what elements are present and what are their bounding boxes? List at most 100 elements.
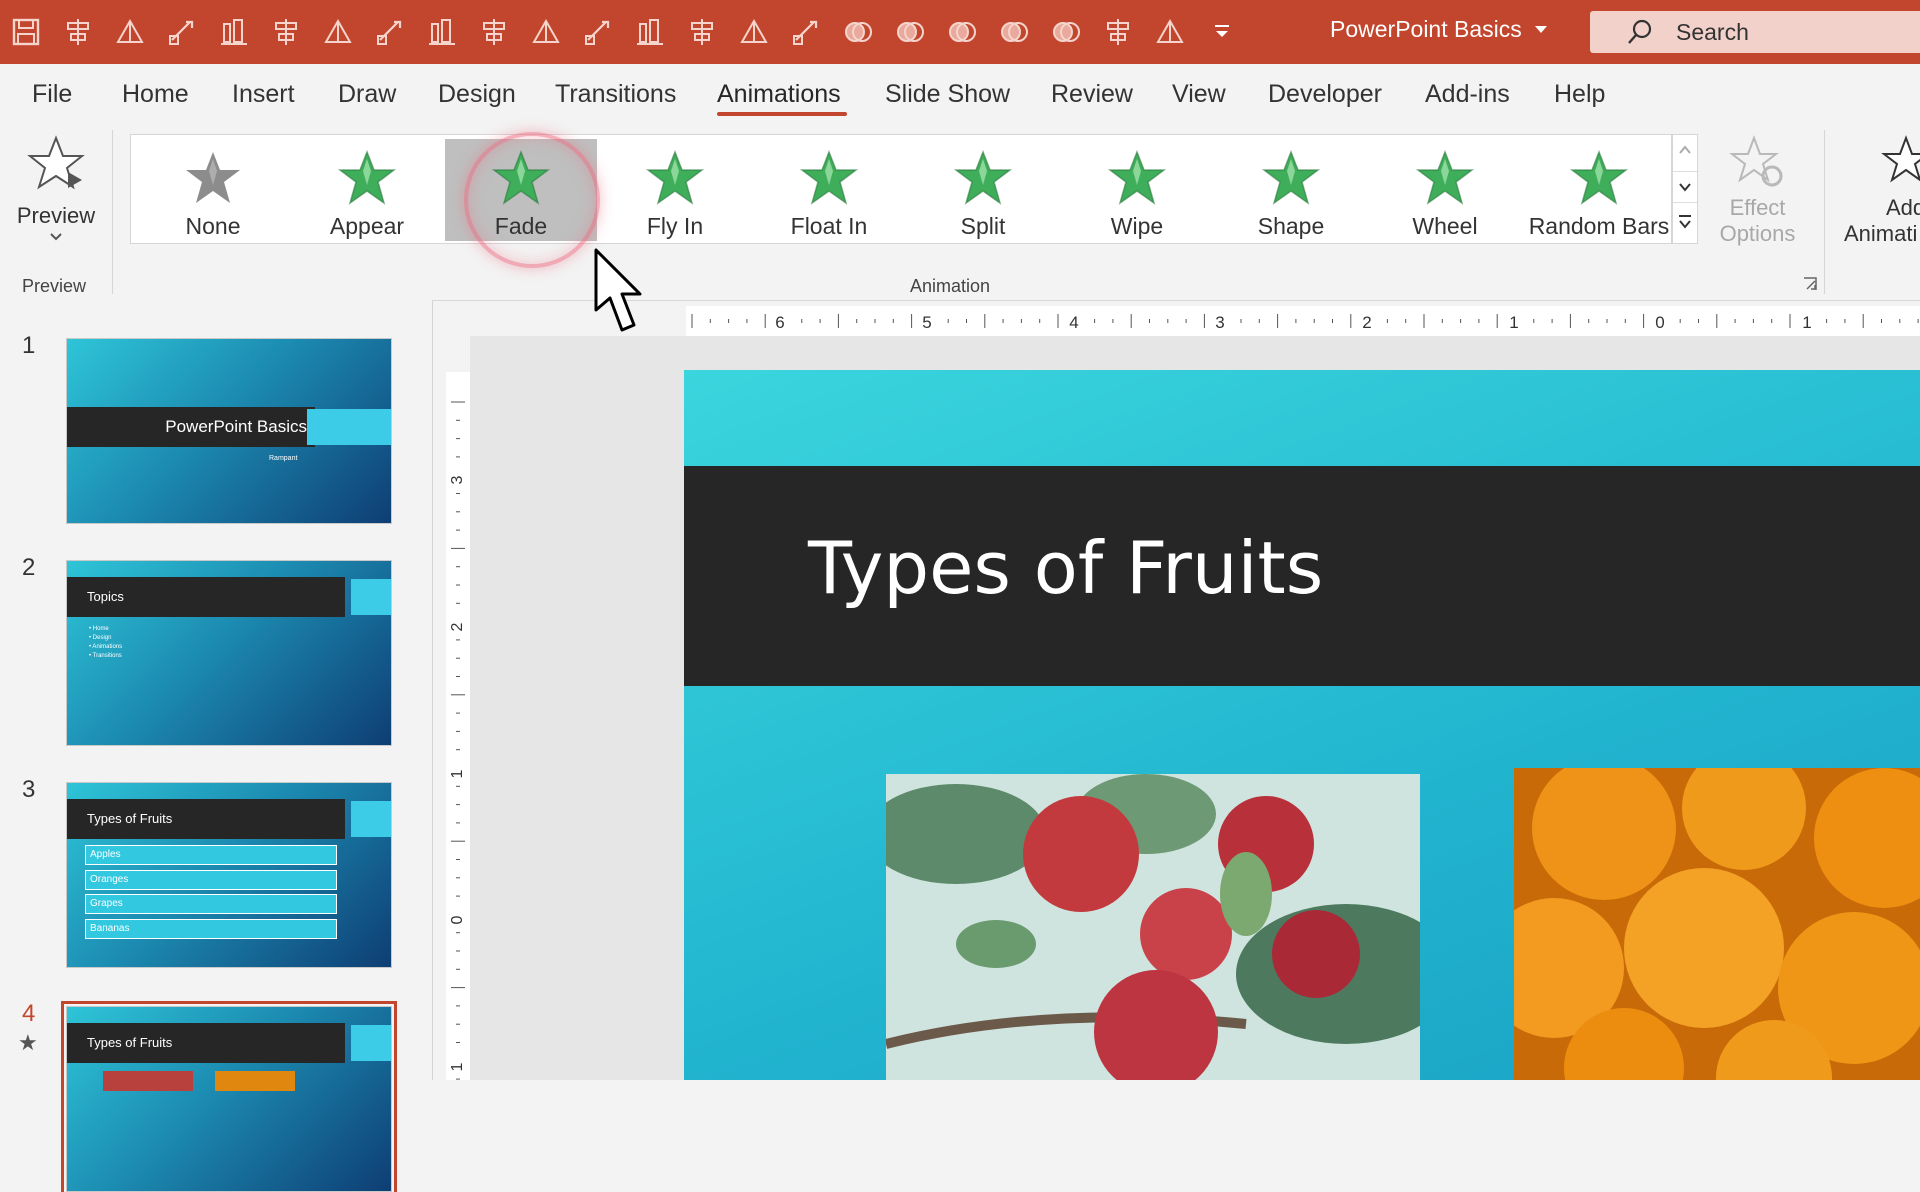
shape-subtract-icon[interactable] — [1040, 0, 1092, 64]
tab-animations[interactable]: Animations — [717, 80, 841, 109]
add-animation-button[interactable]: Add Animati — [1830, 134, 1920, 264]
group-divider — [112, 130, 113, 294]
thumb-bullet: • Animations — [89, 644, 123, 650]
preview-button[interactable]: Preview — [10, 130, 102, 250]
animation-label: Float In — [790, 213, 868, 239]
ruler-label: 1 — [1802, 313, 1811, 332]
tab-draw[interactable]: Draw — [338, 80, 396, 109]
tab-slide-show[interactable]: Slide Show — [885, 80, 1010, 109]
title-bar: PowerPoint Basics Search — [0, 0, 1920, 64]
shape-fragment-icon[interactable] — [936, 0, 988, 64]
gallery-scroll-up-icon[interactable] — [1673, 135, 1697, 165]
chart-icon[interactable] — [52, 0, 104, 64]
effect-options-button[interactable]: Effect Options — [1700, 134, 1815, 264]
symbol-icon[interactable] — [780, 0, 832, 64]
bring-forward-icon[interactable] — [624, 0, 676, 64]
ruler-label: 1 — [1509, 313, 1518, 332]
slide-thumbnail-3[interactable]: Types of Fruits Apples Oranges Grapes Ba… — [66, 782, 392, 968]
distribute-icon[interactable] — [208, 0, 260, 64]
animation-indicator-icon: ★ — [18, 1030, 38, 1055]
send-backward-icon[interactable] — [572, 0, 624, 64]
crop-icon[interactable] — [728, 0, 780, 64]
align-middle-icon-glyph — [377, 20, 402, 45]
shape-combine-icon[interactable] — [884, 0, 936, 64]
slide-thumbnail-2[interactable]: Topics • Home • Design • Animations • Tr… — [66, 560, 392, 746]
align-center-icon-glyph — [116, 18, 144, 43]
animation-label: Fly In — [646, 213, 704, 239]
dialog-launcher-icon[interactable] — [1802, 276, 1820, 294]
tab-help[interactable]: Help — [1554, 80, 1605, 109]
align-top-icon[interactable] — [312, 0, 364, 64]
tab-add-ins[interactable]: Add-ins — [1425, 80, 1510, 109]
save-icon-glyph — [12, 18, 40, 46]
animation-fly-in-button[interactable]: Fly In — [599, 139, 751, 241]
shape-union-icon-glyph — [845, 22, 872, 42]
shape-intersect-icon[interactable] — [988, 0, 1040, 64]
tab-review[interactable]: Review — [1051, 80, 1133, 109]
tab-design[interactable]: Design — [438, 80, 516, 109]
slide-number: 4 — [22, 1000, 36, 1027]
search-box[interactable]: Search — [1590, 11, 1920, 53]
slide-title[interactable]: Types of Fruits — [808, 526, 1323, 610]
animation-appear-button[interactable]: Appear — [291, 139, 443, 241]
tab-view[interactable]: View — [1172, 80, 1226, 109]
apples-photo[interactable] — [886, 774, 1420, 1080]
present-icon[interactable] — [1144, 0, 1196, 64]
tab-file[interactable]: File — [32, 80, 72, 109]
group-icon[interactable] — [1092, 0, 1144, 64]
triangle-icon[interactable] — [468, 0, 520, 64]
thumb-accent — [351, 1025, 391, 1061]
distribute-horizontal-icon[interactable] — [416, 0, 468, 64]
animation-gallery: None Appear Fade Fly In Float In Split Wipe Sha… — [130, 134, 1672, 244]
animation-none-button[interactable]: None — [137, 139, 289, 241]
align-center-icon[interactable] — [104, 0, 156, 64]
rotate-icon[interactable] — [520, 0, 572, 64]
main-slide[interactable]: Types of Fruits — [684, 370, 1920, 1080]
tab-home[interactable]: Home — [122, 80, 189, 109]
slide-thumbnail-panel: 1 PowerPoint Basics Rampant 2 Topics • H… — [0, 300, 433, 1192]
tab-developer[interactable]: Developer — [1268, 80, 1382, 109]
gallery-more-icon[interactable] — [1673, 207, 1697, 237]
thumb-title-band: Types of Fruits — [67, 1023, 345, 1063]
horizontal-ruler: 6 5 4 3 2 1 0 1 — [686, 306, 1920, 336]
save-icon[interactable] — [0, 0, 52, 64]
document-title[interactable]: PowerPoint Basics — [1330, 16, 1548, 43]
search-icon — [1628, 19, 1652, 44]
shape-combine-icon-glyph — [897, 22, 924, 42]
effect-options-label-1: Effect — [1729, 195, 1786, 220]
distribute-horizontal-icon-glyph — [429, 19, 455, 45]
draw-icon-glyph — [691, 19, 713, 45]
animation-wipe-button[interactable]: Wipe — [1061, 139, 1213, 241]
animation-label: Appear — [329, 213, 405, 239]
animation-label: Shape — [1257, 213, 1325, 239]
animation-random-bars-button[interactable]: Random Bars — [1523, 139, 1675, 241]
animation-split-button[interactable]: Split — [907, 139, 1059, 241]
align-left-icon-glyph — [169, 20, 194, 45]
slide-thumbnail-1[interactable]: PowerPoint Basics Rampant — [66, 338, 392, 524]
align-middle-icon[interactable] — [364, 0, 416, 64]
thumb-bullet: • Home — [89, 626, 109, 632]
align-right-icon[interactable] — [260, 0, 312, 64]
animation-wheel-button[interactable]: Wheel — [1369, 139, 1521, 241]
thumb-box: Apples — [85, 845, 337, 865]
tab-insert[interactable]: Insert — [232, 80, 295, 109]
star-fly-in-icon — [645, 149, 705, 205]
oranges-photo[interactable] — [1514, 768, 1920, 1080]
animation-shape-button[interactable]: Shape — [1215, 139, 1367, 241]
preview-star-icon — [27, 135, 85, 190]
gallery-scroll[interactable] — [1672, 134, 1698, 244]
effect-options-icon — [1728, 135, 1782, 187]
draw-icon[interactable] — [676, 0, 728, 64]
slide-number: 3 — [22, 776, 36, 803]
shape-union-icon[interactable] — [832, 0, 884, 64]
align-top-icon-glyph — [324, 18, 352, 43]
animation-float-in-button[interactable]: Float In — [753, 139, 905, 241]
align-left-icon[interactable] — [156, 0, 208, 64]
tab-transitions[interactable]: Transitions — [555, 80, 676, 109]
star-shape-icon — [1261, 149, 1321, 205]
gallery-scroll-down-icon[interactable] — [1673, 171, 1697, 203]
customize-icon[interactable] — [1196, 0, 1248, 64]
animation-label: Random Bars — [1528, 213, 1670, 239]
thumb-bullet: • Design — [89, 635, 112, 641]
slide-thumbnail-4[interactable]: Types of Fruits — [61, 1001, 397, 1192]
